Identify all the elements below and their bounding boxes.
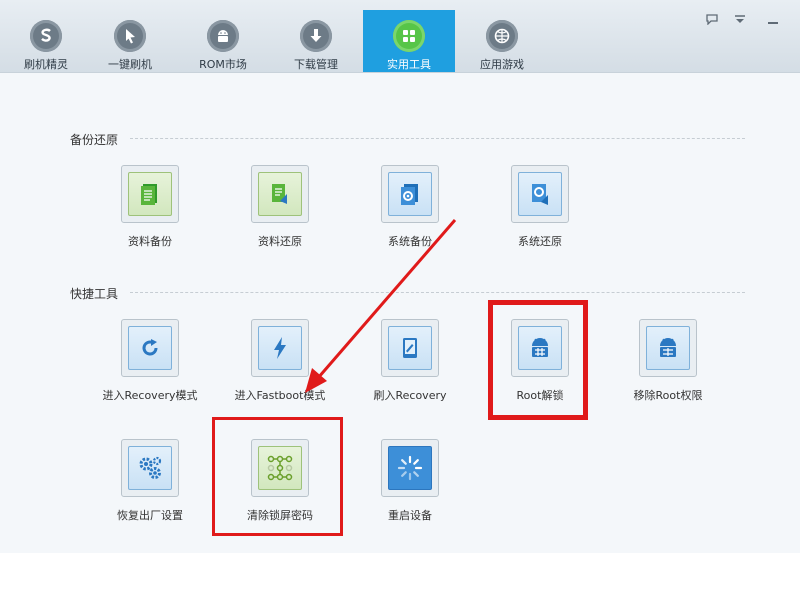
annotation-arrow [305, 219, 457, 393]
footer-area [0, 553, 800, 595]
